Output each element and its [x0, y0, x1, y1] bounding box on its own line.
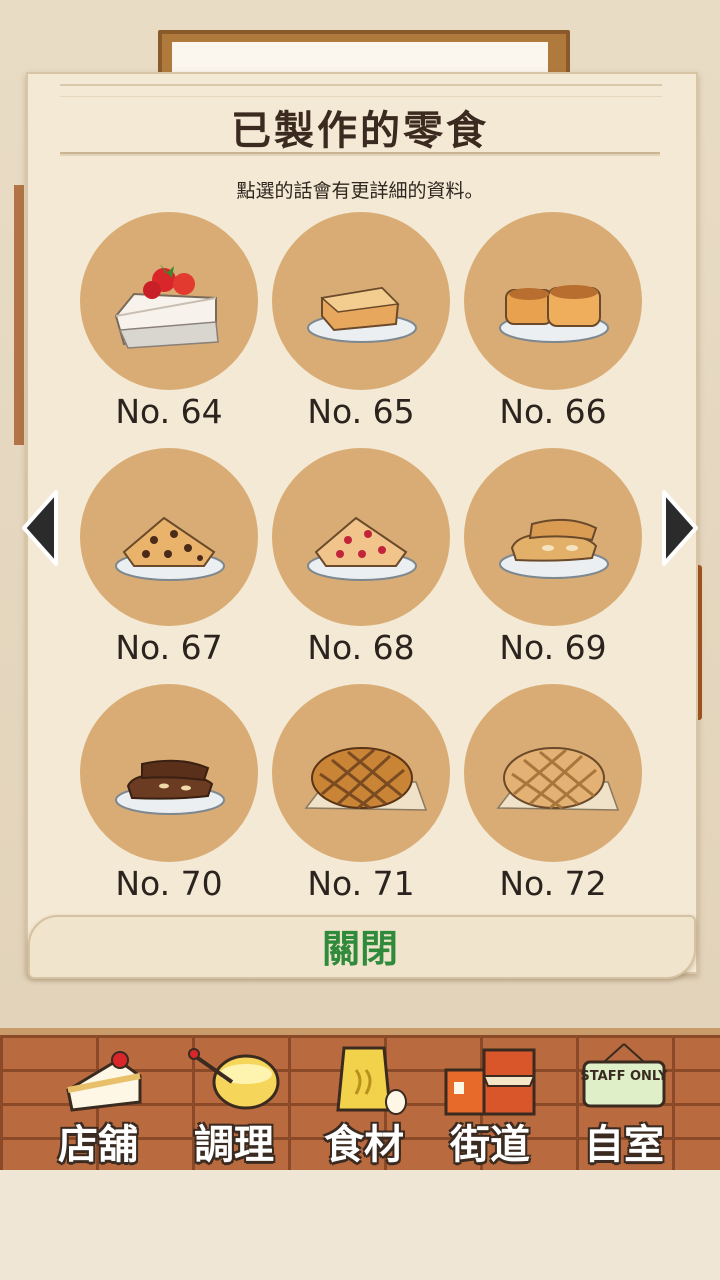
ingredients-bag-icon — [336, 1046, 407, 1115]
bottom-empty-area — [0, 1170, 720, 1280]
snack-item[interactable]: No. 64 — [80, 212, 260, 432]
staff-only-sign-icon: STAFF ONLY — [580, 1043, 668, 1108]
biscotti-icon — [499, 518, 609, 579]
title-divider — [60, 152, 660, 156]
snack-item[interactable]: No. 68 — [272, 448, 452, 668]
close-button[interactable]: 關閉 — [300, 924, 420, 974]
chocolate-biscotti-icon — [115, 759, 225, 815]
nav-label: 街道 — [450, 1121, 530, 1168]
snack-item[interactable]: No. 67 — [80, 448, 260, 668]
snack-number: No. 66 — [499, 392, 607, 431]
french-toast-icon — [307, 286, 417, 343]
nav-ingredients-button[interactable]: 食材 — [300, 1040, 428, 1168]
waffle-icon — [304, 747, 428, 811]
dialog-subtitle: 點選的話會有更詳細的資料。 — [236, 180, 484, 202]
chocolate-chip-scone-icon — [115, 516, 225, 581]
nav-cooking-button[interactable]: 調理 — [170, 1040, 298, 1168]
snack-number: No. 67 — [115, 628, 223, 667]
biscuits-icon — [499, 285, 609, 343]
cake-shop-icon — [66, 1051, 142, 1112]
nav-label: 食材 — [324, 1121, 404, 1168]
snack-number: No. 69 — [499, 628, 607, 667]
nav-staff-room-button[interactable]: STAFF ONLY 自室 — [560, 1040, 688, 1168]
snack-item[interactable]: No. 71 — [272, 684, 452, 904]
plain-waffle-icon — [496, 747, 620, 811]
next-page-arrow-icon[interactable] — [660, 488, 700, 568]
snack-number: No. 71 — [307, 864, 415, 903]
snack-item[interactable]: No. 72 — [464, 684, 644, 904]
snack-number: No. 64 — [115, 392, 223, 431]
scroll-top-curl — [60, 84, 662, 97]
nav-shop-button[interactable]: 店舖 — [34, 1040, 162, 1168]
snack-item[interactable]: No. 65 — [272, 212, 452, 432]
nav-label: 調理 — [194, 1121, 274, 1168]
nav-street-button[interactable]: 街道 — [426, 1040, 554, 1168]
snack-number: No. 65 — [307, 392, 415, 431]
berry-scone-icon — [307, 516, 417, 581]
sign-text: STAFF ONLY — [580, 1069, 668, 1084]
strawberry-cake-icon — [114, 264, 219, 349]
dialog-title: 已製作的零食 — [231, 107, 489, 154]
snack-item[interactable]: No. 70 — [80, 684, 260, 904]
background-left-post — [14, 185, 24, 445]
snack-number: No. 68 — [307, 628, 415, 667]
snack-item[interactable]: No. 66 — [464, 212, 644, 432]
nav-label: 自室 — [584, 1121, 664, 1168]
nav-label: 店舖 — [58, 1121, 138, 1168]
snack-grid: No. 64 No. 65 No. 66 No. 67 No. 68 No. 6… — [80, 212, 642, 912]
snack-number: No. 72 — [499, 864, 607, 903]
street-buildings-icon — [444, 1048, 536, 1116]
cooking-bowl-icon — [188, 1048, 280, 1110]
snack-item[interactable]: No. 69 — [464, 448, 644, 668]
snack-number: No. 70 — [115, 864, 223, 903]
prev-page-arrow-icon[interactable] — [20, 488, 60, 568]
